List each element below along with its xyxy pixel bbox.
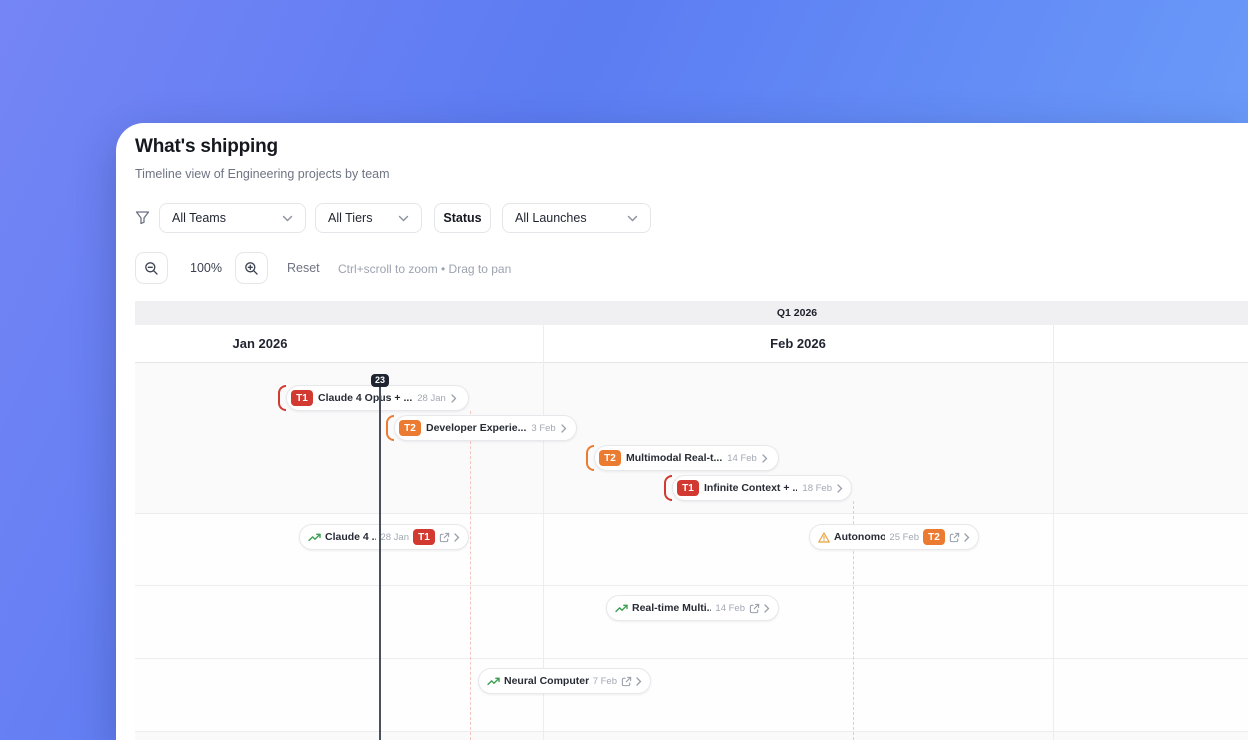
- milestone-start-bracket: [278, 385, 286, 411]
- chevron-down-icon: [282, 215, 293, 222]
- launches-filter-value: All Launches: [515, 211, 587, 225]
- teams-filter-select[interactable]: All Teams: [159, 203, 306, 233]
- month-label-feb: Feb 2026: [770, 336, 826, 351]
- launch-label: Real-time Multi...: [632, 602, 712, 614]
- launch-item[interactable]: Real-time Multi... 14 Feb: [606, 595, 779, 621]
- external-link-icon: [749, 603, 760, 614]
- launch-label: Autonomo...: [834, 531, 886, 543]
- quarter-label: Q1 2026: [776, 307, 818, 319]
- chevron-right-icon: [451, 393, 457, 403]
- page-subtitle: Timeline view of Engineering projects by…: [135, 167, 390, 181]
- today-marker: 23: [370, 374, 390, 387]
- milestone-start-bracket: [586, 445, 594, 471]
- milestone-label: Infinite Context + ...: [704, 482, 798, 494]
- milestone-label: Claude 4 Opus + ...: [318, 392, 413, 404]
- launch-date: 7 Feb: [592, 675, 617, 687]
- tier-badge: T1: [677, 480, 699, 496]
- tier-badge: T2: [399, 420, 421, 436]
- milestone-item[interactable]: T1 Infinite Context + ... 18 Feb: [672, 475, 852, 501]
- status-filter-label: Status: [443, 211, 482, 225]
- milestone-item[interactable]: T2 Developer Experie... 3 Feb: [394, 415, 577, 441]
- milestone-item[interactable]: T2 Multimodal Real-t... 14 Feb: [594, 445, 779, 471]
- month-boundary-gridline: [1053, 325, 1054, 740]
- launch-item[interactable]: Autonomo...25 Feb T2: [809, 524, 979, 550]
- external-link-icon: [949, 532, 960, 543]
- lane-separator: [135, 731, 1248, 732]
- milestone-label: Developer Experie...: [426, 422, 527, 434]
- month-header-row: Jan 2026 Feb 2026: [135, 325, 1248, 363]
- trend-up-icon: [487, 676, 500, 686]
- launches-filter-select[interactable]: All Launches: [502, 203, 651, 233]
- filter-funnel-icon: [135, 210, 150, 225]
- chevron-right-icon: [764, 603, 770, 613]
- page-title: What's shipping: [135, 136, 278, 157]
- milestone-date: 18 Feb: [802, 482, 832, 494]
- timeline-lane: [135, 513, 1248, 585]
- milestone-date: 14 Feb: [727, 452, 757, 464]
- zoom-hint-text: Ctrl+scroll to zoom • Drag to pan: [338, 262, 512, 276]
- tier-badge: T2: [923, 529, 945, 545]
- zoom-in-icon: [244, 261, 259, 276]
- zoom-out-icon: [144, 261, 159, 276]
- launch-item[interactable]: Claude 4 ... 28 Jan T1: [299, 524, 469, 550]
- quarter-band: Q1 2026: [135, 301, 1248, 325]
- external-link-icon: [439, 532, 450, 543]
- external-link-icon: [621, 676, 632, 687]
- chevron-right-icon: [837, 483, 843, 493]
- timeline-lane: [135, 731, 1248, 740]
- tier-badge: T1: [413, 529, 435, 545]
- zoom-out-button[interactable]: [135, 252, 168, 284]
- launch-item[interactable]: Neural Computer... 7 Feb: [478, 668, 651, 694]
- month-label-jan: Jan 2026: [232, 336, 288, 351]
- zoom-in-button[interactable]: [235, 252, 268, 284]
- tier-badge: T2: [599, 450, 621, 466]
- milestone-label: Multimodal Real-t...: [626, 452, 723, 464]
- trend-up-icon: [615, 603, 628, 613]
- launch-label: Neural Computer...: [504, 675, 589, 687]
- trend-up-icon: [308, 532, 321, 542]
- milestone-date: 28 Jan: [417, 392, 446, 404]
- today-line: [379, 379, 381, 740]
- chevron-down-icon: [627, 215, 638, 222]
- milestone-start-bracket: [386, 415, 394, 441]
- launch-label: Claude 4 ...: [325, 531, 377, 543]
- milestone-date-guide-line: [470, 411, 471, 740]
- milestone-date: 3 Feb: [531, 422, 556, 434]
- milestone-start-bracket: [664, 475, 672, 501]
- chevron-down-icon: [398, 215, 409, 222]
- chevron-right-icon: [454, 532, 460, 542]
- reset-zoom-button[interactable]: Reset: [287, 261, 320, 275]
- teams-filter-value: All Teams: [172, 211, 226, 225]
- zoom-level: 100%: [190, 261, 222, 275]
- lane-separator: [135, 658, 1248, 659]
- tiers-filter-select[interactable]: All Tiers: [315, 203, 422, 233]
- chevron-right-icon: [636, 676, 642, 686]
- lane-separator: [135, 585, 1248, 586]
- launch-date: 25 Feb: [889, 531, 919, 543]
- whats-shipping-panel: What's shipping Timeline view of Enginee…: [116, 123, 1248, 740]
- tier-badge: T1: [291, 390, 313, 406]
- status-filter-button[interactable]: Status: [434, 203, 491, 233]
- timeline-lane: [135, 658, 1248, 731]
- chevron-right-icon: [762, 453, 768, 463]
- chevron-right-icon: [964, 532, 970, 542]
- chevron-right-icon: [561, 423, 567, 433]
- warning-icon: [818, 531, 830, 543]
- lane-separator: [135, 513, 1248, 514]
- launch-date: 28 Jan: [380, 531, 409, 543]
- milestone-item[interactable]: T1 Claude 4 Opus + ... 28 Jan: [286, 385, 469, 411]
- launch-date: 14 Feb: [715, 602, 745, 614]
- tiers-filter-value: All Tiers: [328, 211, 373, 225]
